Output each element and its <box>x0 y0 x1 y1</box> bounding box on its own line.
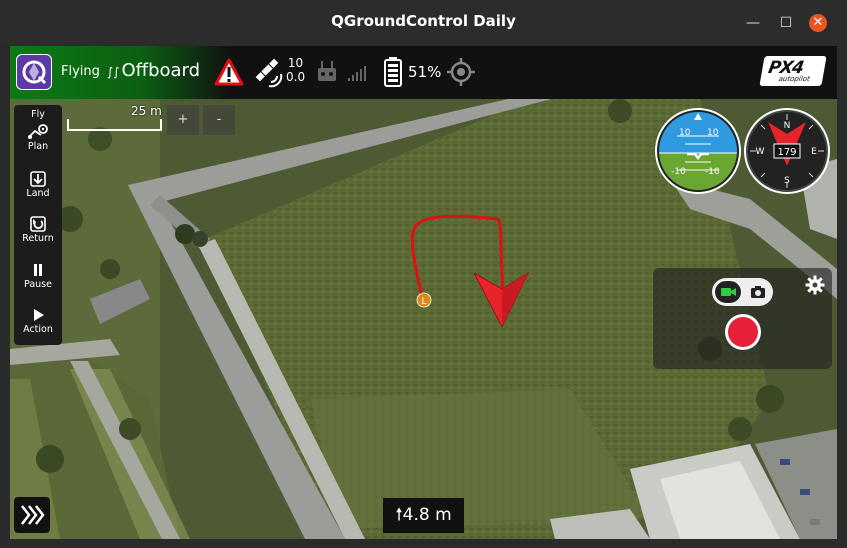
gps-hdop: 0.0 <box>286 70 306 84</box>
video-camera-icon <box>721 288 736 296</box>
fly-tool-action-label: Action <box>23 324 53 335</box>
fly-tool-pause-label: Pause <box>24 279 52 290</box>
photo-mode-button[interactable] <box>746 281 770 303</box>
maximize-button[interactable]: ☐ <box>777 14 795 32</box>
map-scale-bar <box>67 119 162 131</box>
minimize-button[interactable]: — <box>744 14 762 32</box>
video-mode-button[interactable] <box>714 280 742 304</box>
fly-tool-fly-label: Fly <box>31 109 45 120</box>
window-title: QGroundControl Daily <box>331 12 516 30</box>
px4-logo-subtext: autopilot <box>777 75 811 83</box>
compass-heading-value: 179 <box>777 147 796 158</box>
battery-icon[interactable] <box>383 56 403 92</box>
px4-logo: PX4 autopilot <box>759 56 827 86</box>
gps-readout: 10 0.0 <box>286 56 305 84</box>
pitch-up-right: 10 <box>707 128 719 138</box>
gps-satellite-count: 10 <box>287 56 304 70</box>
fly-tool-fly[interactable]: Fly <box>14 109 62 120</box>
return-icon <box>14 215 62 233</box>
camera-control-panel <box>653 268 832 369</box>
map-view[interactable]: L Fly Plan Land Return Pause Action 25 m… <box>10 99 837 539</box>
mode-icon: ∫∫ <box>107 65 120 79</box>
gear-icon <box>805 275 825 295</box>
rc-signal-icon[interactable] <box>316 60 368 88</box>
pitch-down-left: -10 <box>671 167 686 177</box>
launch-marker[interactable]: L <box>416 292 432 308</box>
fly-tool-plan-label: Plan <box>27 141 49 152</box>
gimbal-target-icon[interactable] <box>447 58 475 90</box>
play-icon <box>14 306 62 324</box>
window-titlebar: QGroundControl Daily — ☐ ✕ <box>0 0 847 44</box>
close-button[interactable]: ✕ <box>809 14 827 32</box>
compass-west: W <box>756 147 765 157</box>
compass-east: E <box>811 147 817 157</box>
fly-tool-plan[interactable]: Plan <box>14 123 62 152</box>
record-dot <box>728 317 758 347</box>
attitude-indicator[interactable]: 10 10 -10 -10 <box>655 108 741 194</box>
launch-marker-label: L <box>421 297 426 307</box>
main-toolbar: Flying ∫∫ Offboard 10 0.0 51% PX4 autopil… <box>10 46 837 99</box>
flight-mode-label: Offboard <box>121 60 201 81</box>
vehicle-heading-arrow[interactable] <box>474 271 530 329</box>
altitude-value: 4.8 m <box>402 505 452 525</box>
fly-tool-pause[interactable]: Pause <box>14 261 62 290</box>
plan-icon <box>14 123 62 141</box>
fly-tool-land-label: Land <box>26 188 50 199</box>
fly-tool-action[interactable]: Action <box>14 306 62 335</box>
qgc-logo-button[interactable] <box>16 54 52 90</box>
altitude-readout: 🠕4.8 m <box>383 498 464 533</box>
pitch-up-left: 10 <box>679 128 691 138</box>
qgc-logo-icon <box>22 60 47 85</box>
fly-tool-strip: Fly Plan Land Return Pause Action <box>14 105 62 345</box>
chevron-right-icon <box>21 505 45 525</box>
pitch-down-right: -10 <box>705 167 720 177</box>
pause-icon <box>14 261 62 279</box>
altitude-arrow-icon: 🠕 <box>395 505 403 525</box>
expand-panel-button[interactable] <box>14 497 50 533</box>
fly-tool-return-label: Return <box>22 233 54 244</box>
compass-indicator[interactable]: N S W E 179 <box>744 108 830 194</box>
compass-south: S <box>784 176 790 186</box>
battery-percentage: 51% <box>408 63 442 81</box>
land-icon <box>14 170 62 188</box>
warning-icon[interactable] <box>214 58 244 90</box>
photo-camera-icon <box>751 286 765 298</box>
compass-north: N <box>784 121 791 131</box>
zoom-out-button[interactable]: - <box>203 105 235 135</box>
zoom-in-button[interactable]: + <box>167 105 199 135</box>
record-button[interactable] <box>725 314 761 350</box>
camera-settings-button[interactable] <box>805 275 825 295</box>
fly-tool-return[interactable]: Return <box>14 215 62 244</box>
fly-tool-land[interactable]: Land <box>14 170 62 199</box>
camera-mode-toggle[interactable] <box>712 278 773 306</box>
flight-mode-selector[interactable]: ∫∫ Offboard <box>107 60 200 81</box>
gps-satellite-icon[interactable] <box>253 56 285 92</box>
map-scale-label: 25 m <box>131 104 162 118</box>
vehicle-status-label[interactable]: Flying <box>61 64 100 79</box>
